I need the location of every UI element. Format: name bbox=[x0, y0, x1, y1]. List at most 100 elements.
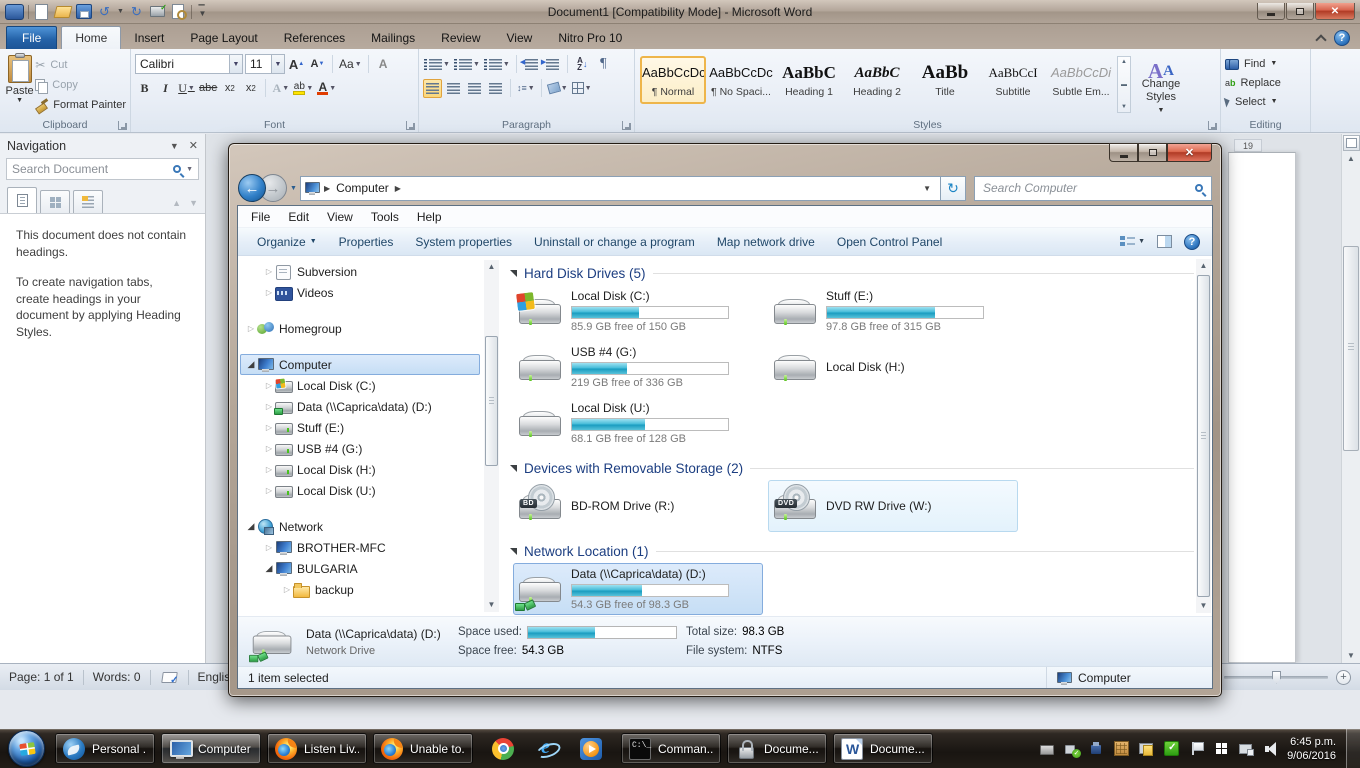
toolbar-open-control-panel[interactable]: Open Control Panel bbox=[826, 231, 953, 253]
redo-icon[interactable]: ↻ bbox=[128, 4, 145, 20]
sort-button[interactable]: AZ↓ bbox=[573, 55, 592, 74]
scroll-up-icon[interactable]: ▲ bbox=[1200, 259, 1208, 273]
style-subtle-em-[interactable]: AaBbCcDiSubtle Em... bbox=[1048, 56, 1114, 104]
style-subtitle[interactable]: AaBbCcISubtitle bbox=[980, 56, 1046, 104]
scroll-down-icon[interactable]: ▼ bbox=[1347, 649, 1355, 663]
expand-icon[interactable]: ▷ bbox=[263, 423, 275, 432]
font-size-combo[interactable]: 11▼ bbox=[245, 54, 285, 74]
spellcheck-icon[interactable] bbox=[162, 671, 177, 684]
scroll-down-icon[interactable]: ▼ bbox=[1200, 599, 1208, 613]
shrink-font-button[interactable]: A▼ bbox=[308, 55, 327, 74]
highlight-button[interactable]: ab▼ bbox=[292, 79, 314, 98]
menu-tools[interactable]: Tools bbox=[362, 206, 408, 227]
expand-icon[interactable]: ▷ bbox=[263, 267, 275, 276]
drive-tile[interactable]: USB #4 (G:)219 GB free of 336 GB bbox=[513, 341, 763, 393]
help-icon[interactable]: ? bbox=[1184, 234, 1200, 250]
font-dialog-launcher[interactable] bbox=[406, 121, 415, 130]
device-icon[interactable] bbox=[1039, 741, 1054, 756]
page-count[interactable]: Page: 1 of 1 bbox=[9, 670, 74, 684]
print-preview-icon[interactable] bbox=[170, 4, 187, 20]
font-size-dropdown-icon[interactable]: ▼ bbox=[271, 55, 284, 73]
style--no-spaci-[interactable]: AaBbCcDc¶ No Spaci... bbox=[708, 56, 774, 104]
recent-pages-icon[interactable]: ▼ bbox=[290, 185, 297, 192]
group-header[interactable]: Hard Disk Drives (5) bbox=[508, 261, 1194, 285]
tree-item-bulgaria[interactable]: ◢BULGARIA bbox=[240, 558, 480, 579]
main-scrollbar-thumb[interactable] bbox=[1197, 275, 1210, 597]
menu-file[interactable]: File bbox=[242, 206, 279, 227]
restore-button[interactable] bbox=[1286, 3, 1314, 20]
taskbar-button-comman-[interactable]: Comman... bbox=[621, 733, 721, 764]
drive-tile[interactable]: Local Disk (U:)68.1 GB free of 128 GB bbox=[513, 397, 763, 449]
numbering-button[interactable]: ▼ bbox=[453, 55, 481, 74]
drive-tile[interactable]: Local Disk (C:)85.9 GB free of 150 GB bbox=[513, 285, 763, 337]
navigation-options-icon[interactable]: ▼ bbox=[170, 141, 179, 151]
tree-item-local-disk-h-[interactable]: ▷Local Disk (H:) bbox=[240, 459, 480, 480]
toolbar-organize[interactable]: Organize▼ bbox=[246, 231, 328, 253]
clear-formatting-button[interactable]: A bbox=[374, 55, 393, 74]
explorer-search-input[interactable]: Search Computer bbox=[974, 176, 1212, 201]
font-name-combo[interactable]: Calibri▼ bbox=[135, 54, 243, 74]
show-desktop-button[interactable] bbox=[1346, 729, 1360, 768]
tab-review[interactable]: Review bbox=[428, 27, 493, 49]
taskbar-button-computer[interactable]: Computer bbox=[161, 733, 261, 764]
multilevel-list-button[interactable]: ▼ bbox=[483, 55, 511, 74]
tree-item-computer[interactable]: ◢Computer bbox=[240, 354, 480, 375]
navigation-close-icon[interactable]: ✕ bbox=[189, 139, 198, 152]
document-search-input[interactable]: Search Document ▼ bbox=[6, 158, 199, 180]
tree-item-subversion[interactable]: ▷Subversion bbox=[240, 261, 480, 282]
group-header[interactable]: Devices with Removable Storage (2) bbox=[508, 456, 1194, 480]
menu-edit[interactable]: Edit bbox=[279, 206, 318, 227]
tree-item-data-caprica-data-d-[interactable]: ▷Data (\\Caprica\data) (D:) bbox=[240, 396, 480, 417]
subscript-button[interactable]: x2 bbox=[220, 79, 239, 98]
tree-item-homegroup[interactable]: ▷Homegroup bbox=[240, 318, 480, 339]
select-button[interactable]: Select▼ bbox=[1225, 92, 1306, 111]
drive-tile[interactable]: BDBD-ROM Drive (R:) bbox=[513, 480, 763, 532]
tab-mailings[interactable]: Mailings bbox=[358, 27, 428, 49]
word-scrollbar-track[interactable] bbox=[1342, 166, 1360, 649]
expand-icon[interactable]: ▷ bbox=[263, 288, 275, 297]
group-collapse-icon[interactable] bbox=[510, 270, 517, 277]
change-styles-button[interactable]: AA Change Styles▼ bbox=[1133, 52, 1189, 117]
group-header[interactable]: Network Location (1) bbox=[508, 539, 1194, 563]
expand-icon[interactable]: ▷ bbox=[263, 444, 275, 453]
format-painter-button[interactable]: Format Painter bbox=[35, 96, 126, 114]
document-page[interactable] bbox=[1228, 152, 1296, 663]
previous-heading-icon[interactable]: ▲ bbox=[172, 198, 181, 208]
action-center-icon[interactable] bbox=[1189, 741, 1204, 756]
underline-button[interactable]: U▼ bbox=[177, 79, 196, 98]
find-button[interactable]: Find▼ bbox=[1225, 54, 1306, 73]
taskbar-button-listen-liv-[interactable]: Listen Liv... bbox=[267, 733, 367, 764]
menu-help[interactable]: Help bbox=[408, 206, 451, 227]
new-document-icon[interactable] bbox=[33, 4, 50, 20]
browse-pages-tab[interactable] bbox=[40, 190, 70, 213]
tree-scrollbar-thumb[interactable] bbox=[485, 336, 498, 466]
word-logo-icon[interactable] bbox=[5, 4, 24, 20]
update-ok-icon[interactable] bbox=[1164, 741, 1179, 756]
drive-tile[interactable]: DVDDVD RW Drive (W:) bbox=[768, 480, 1018, 532]
toolbar-map-network-drive[interactable]: Map network drive bbox=[706, 231, 826, 253]
start-button[interactable] bbox=[0, 729, 52, 768]
undo-icon[interactable]: ↺ bbox=[96, 4, 113, 20]
tab-file[interactable]: File bbox=[6, 26, 57, 49]
style-heading-1[interactable]: AaBbCHeading 1 bbox=[776, 56, 842, 104]
style-heading-2[interactable]: AaBbCHeading 2 bbox=[844, 56, 910, 104]
collapse-icon[interactable]: ◢ bbox=[245, 521, 257, 532]
paragraph-dialog-launcher[interactable] bbox=[622, 121, 631, 130]
taskbar-clock[interactable]: 6:45 p.m. 9/06/2016 bbox=[1287, 735, 1336, 763]
taskbar-button-unable-to-[interactable]: Unable to... bbox=[373, 733, 473, 764]
tab-view[interactable]: View bbox=[494, 27, 546, 49]
word-scrollbar-thumb[interactable] bbox=[1343, 246, 1359, 451]
styles-scrollbar[interactable]: ▲▬▼ bbox=[1117, 56, 1131, 113]
tab-insert[interactable]: Insert bbox=[121, 27, 177, 49]
collapse-icon[interactable]: ◢ bbox=[245, 359, 257, 370]
tab-nitro-pro-10[interactable]: Nitro Pro 10 bbox=[545, 27, 635, 49]
tab-page-layout[interactable]: Page Layout bbox=[177, 27, 270, 49]
tree-scrollbar[interactable]: ▲ ▼ bbox=[484, 260, 499, 612]
backup-grid-icon[interactable] bbox=[1114, 741, 1129, 756]
taskbar-button-docume-[interactable]: Docume... bbox=[833, 733, 933, 764]
decrease-indent-button[interactable]: ◀ bbox=[522, 55, 541, 74]
tree-item-brother-mfc[interactable]: ▷BROTHER-MFC bbox=[240, 537, 480, 558]
expand-icon[interactable]: ▷ bbox=[245, 324, 257, 333]
strikethrough-button[interactable]: abe bbox=[198, 79, 218, 98]
text-effects-button[interactable]: A▼ bbox=[271, 79, 290, 98]
